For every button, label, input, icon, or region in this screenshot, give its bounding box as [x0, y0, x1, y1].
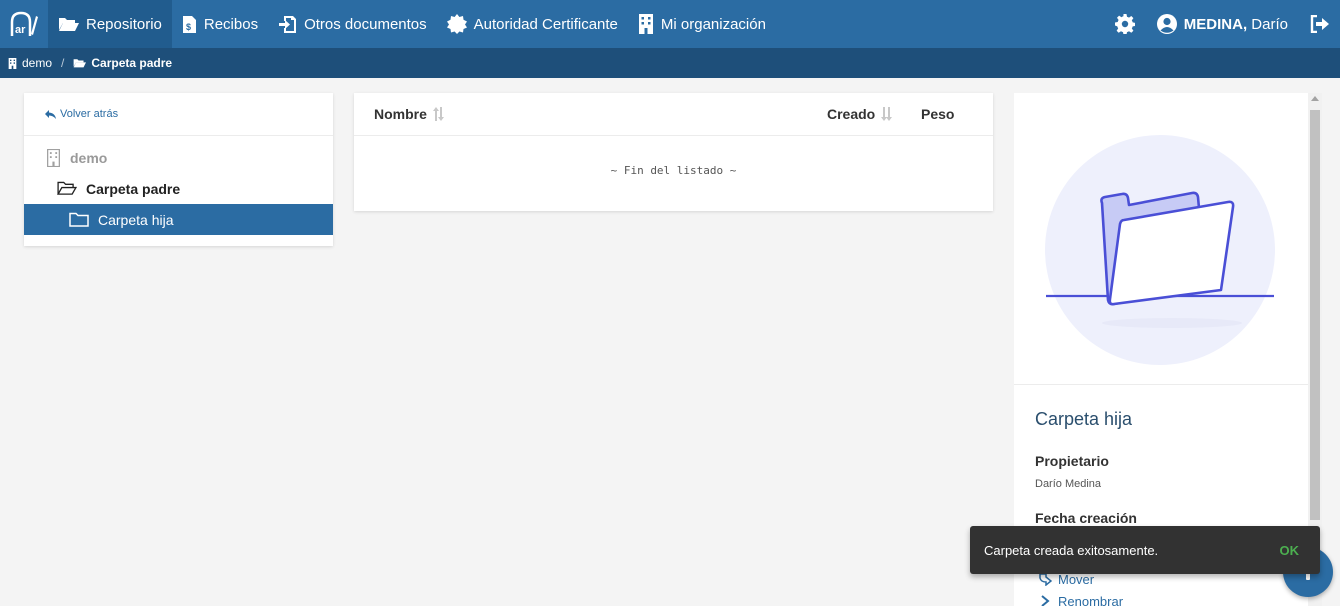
nav-label: Otros documentos [304, 15, 427, 33]
nav-label: Recibos [203, 15, 259, 33]
svg-text:ar: ar [15, 24, 26, 36]
column-nombre[interactable]: Nombre [374, 106, 444, 122]
chevron-right-icon [1041, 595, 1050, 606]
listing-header: Nombre Creado Peso [354, 93, 993, 136]
building-icon [47, 148, 60, 167]
user-name: MEDINA, Darío [1183, 15, 1288, 33]
building-icon [638, 14, 653, 34]
building-icon [8, 57, 17, 69]
folder-illustration [1014, 93, 1308, 385]
nav-right: MEDINA, Darío [1105, 0, 1340, 48]
listing-end-text: ~ Fin del listado ~ [610, 164, 737, 177]
created-label: Fecha creación [1035, 510, 1137, 526]
svg-text:$: $ [186, 22, 191, 32]
folder-open-icon [57, 181, 77, 195]
toast-notification: Carpeta creada exitosamente. OK [970, 526, 1320, 574]
empty-folder-icon [1045, 135, 1275, 365]
certificate-icon [446, 14, 467, 34]
tree-item-demo[interactable]: demo [24, 142, 333, 173]
nav-recibos[interactable]: $ Recibos [172, 0, 268, 48]
breadcrumb-item-demo[interactable]: demo [8, 56, 52, 70]
owner-value: Darío Medina [1035, 478, 1102, 490]
tree-item-carpeta-padre[interactable]: Carpeta padre [24, 173, 333, 204]
app-logo[interactable]: ar [0, 0, 48, 48]
folder-icon [69, 212, 89, 227]
move-icon [1039, 573, 1052, 586]
sort-icon [881, 107, 893, 121]
folder-open-icon [73, 59, 87, 68]
toast-message: Carpeta creada exitosamente. [984, 542, 1159, 558]
user-circle-icon [1156, 14, 1177, 34]
nav-repositorio[interactable]: Repositorio [48, 0, 172, 48]
receipt-icon: $ [182, 15, 196, 33]
folder-open-icon [59, 18, 79, 31]
scrollbar-thumb[interactable] [1310, 110, 1320, 520]
user-menu[interactable]: MEDINA, Darío [1145, 14, 1300, 34]
file-listing: Nombre Creado Peso ~ Fin del listado ~ [354, 93, 993, 211]
sign-out-icon [1310, 15, 1329, 33]
nav-label: Autoridad Certificante [473, 15, 618, 33]
sign-in-icon [279, 15, 297, 33]
rename-action[interactable]: Renombrar [1038, 590, 1308, 606]
reply-icon [45, 109, 56, 119]
tree-item-carpeta-hija[interactable]: Carpeta hija [24, 204, 333, 235]
breadcrumb-separator: / [61, 56, 65, 70]
owner-label: Propietario [1035, 453, 1109, 469]
top-navbar: ar Repositorio $ Recibos Otros documento… [0, 0, 1340, 48]
logout-button[interactable] [1300, 0, 1340, 48]
breadcrumb-item-carpeta-padre[interactable]: Carpeta padre [73, 56, 172, 70]
nav-autoridad-certificante[interactable]: Autoridad Certificante [437, 0, 628, 48]
nav-label: Repositorio [86, 15, 162, 33]
nav-mi-organizacion[interactable]: Mi organización [628, 0, 776, 48]
nav-otros-documentos[interactable]: Otros documentos [268, 0, 437, 48]
breadcrumb: demo / Carpeta padre [0, 48, 1340, 78]
column-peso[interactable]: Peso [921, 106, 954, 122]
details-title: Carpeta hija [1035, 409, 1133, 429]
column-creado[interactable]: Creado [827, 106, 893, 122]
sort-icon [432, 107, 444, 121]
back-link[interactable]: Volver atrás [24, 93, 333, 136]
gear-icon [1114, 14, 1135, 34]
settings-button[interactable] [1105, 0, 1145, 48]
nav-label: Mi organización [660, 15, 766, 33]
toast-ok-button[interactable]: OK [1280, 543, 1300, 558]
scroll-up-arrow[interactable] [1311, 96, 1319, 101]
folder-tree-panel: Volver atrás demo Carpeta padre Carpeta … [24, 93, 333, 246]
